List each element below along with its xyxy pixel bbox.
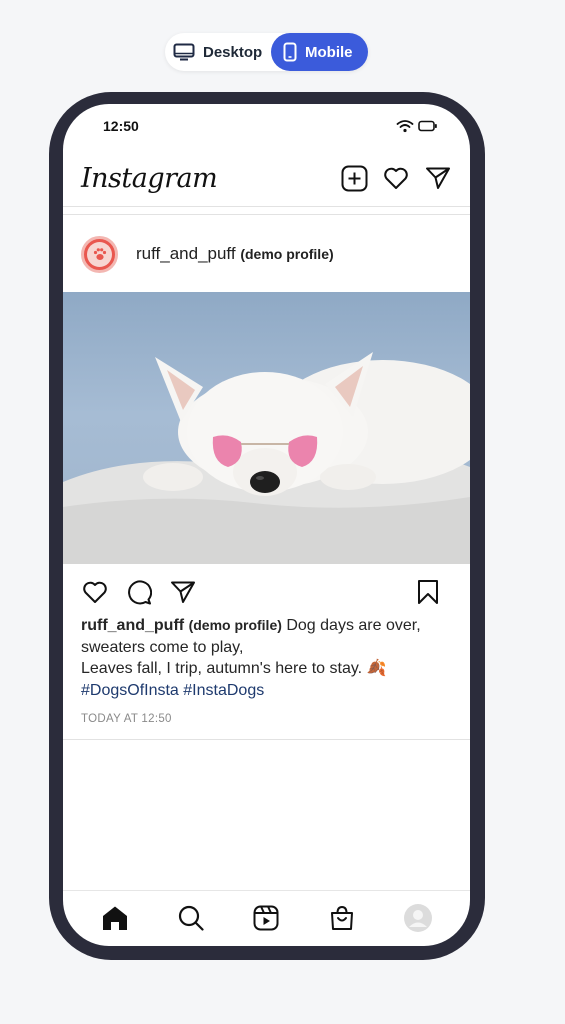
bookmark-icon [418,580,438,604]
instagram-logo[interactable]: Instagram [81,163,218,194]
caption-demo-label: (demo profile) [188,617,282,633]
nav-home[interactable] [99,902,131,934]
post-photo[interactable] [63,292,470,564]
desktop-label: Desktop [203,43,263,61]
post-timestamp: TODAY AT 12:50 [81,713,172,725]
like-button[interactable] [81,578,109,606]
paw-icon [93,248,106,260]
caption-username[interactable]: ruff_and_puff [81,617,184,634]
hashtag[interactable]: #InstaDogs [183,682,264,699]
nav-search[interactable] [175,902,207,934]
post-caption: ruff_and_puff (demo profile) Dog days ar… [81,615,448,701]
send-icon [426,167,450,189]
new-post-icon [341,165,367,191]
desktop-icon [173,43,195,61]
nav-shop[interactable] [326,902,358,934]
post-username[interactable]: ruff_and_puff (demo profile) [136,244,334,264]
shop-icon [331,905,354,930]
nav-reels[interactable] [250,902,282,934]
mobile-icon [283,42,297,62]
post-demo-label: (demo profile) [240,246,334,262]
post-header: ruff_and_puff (demo profile) [81,234,452,274]
send-icon [171,581,195,603]
ig-header: Instagram [63,152,470,204]
nav-profile[interactable] [402,902,434,934]
search-icon [178,905,204,931]
mobile-label: Mobile [305,43,353,61]
stories-divider [63,214,470,215]
heart-icon [83,581,107,603]
post-actions [81,577,442,607]
heart-icon [384,167,408,189]
phone-screen: 12:50 Instagram ruff_and_puff (demo prof… [63,104,470,946]
notifications-button[interactable] [382,164,410,192]
desktop-toggle-button[interactable]: Desktop [165,33,271,71]
home-icon [102,906,127,930]
save-button[interactable] [414,578,442,606]
reels-icon [253,905,279,931]
status-bar: 12:50 [103,116,438,136]
direct-messages-button[interactable] [424,164,452,192]
caption-line-2: Leaves fall, I trip, autumn's here to st… [81,660,387,677]
dog-photo-illustration [63,352,470,564]
comment-icon [128,580,152,605]
status-time: 12:50 [103,118,139,134]
battery-icon [418,120,437,132]
share-button[interactable] [169,578,197,606]
post-divider [63,739,470,740]
bottom-nav [63,898,470,938]
comment-button[interactable] [125,578,153,606]
header-divider [63,206,470,207]
post-avatar[interactable] [81,235,118,273]
hashtag[interactable]: #DogsOfInsta [81,682,179,699]
view-toggle: Desktop Mobile [165,33,368,71]
wifi-icon [396,120,414,133]
new-post-button[interactable] [340,164,368,192]
profile-avatar [404,904,433,932]
bottom-nav-divider [63,890,470,891]
post-username-text: ruff_and_puff [136,244,236,263]
mobile-toggle-button[interactable]: Mobile [271,33,368,71]
